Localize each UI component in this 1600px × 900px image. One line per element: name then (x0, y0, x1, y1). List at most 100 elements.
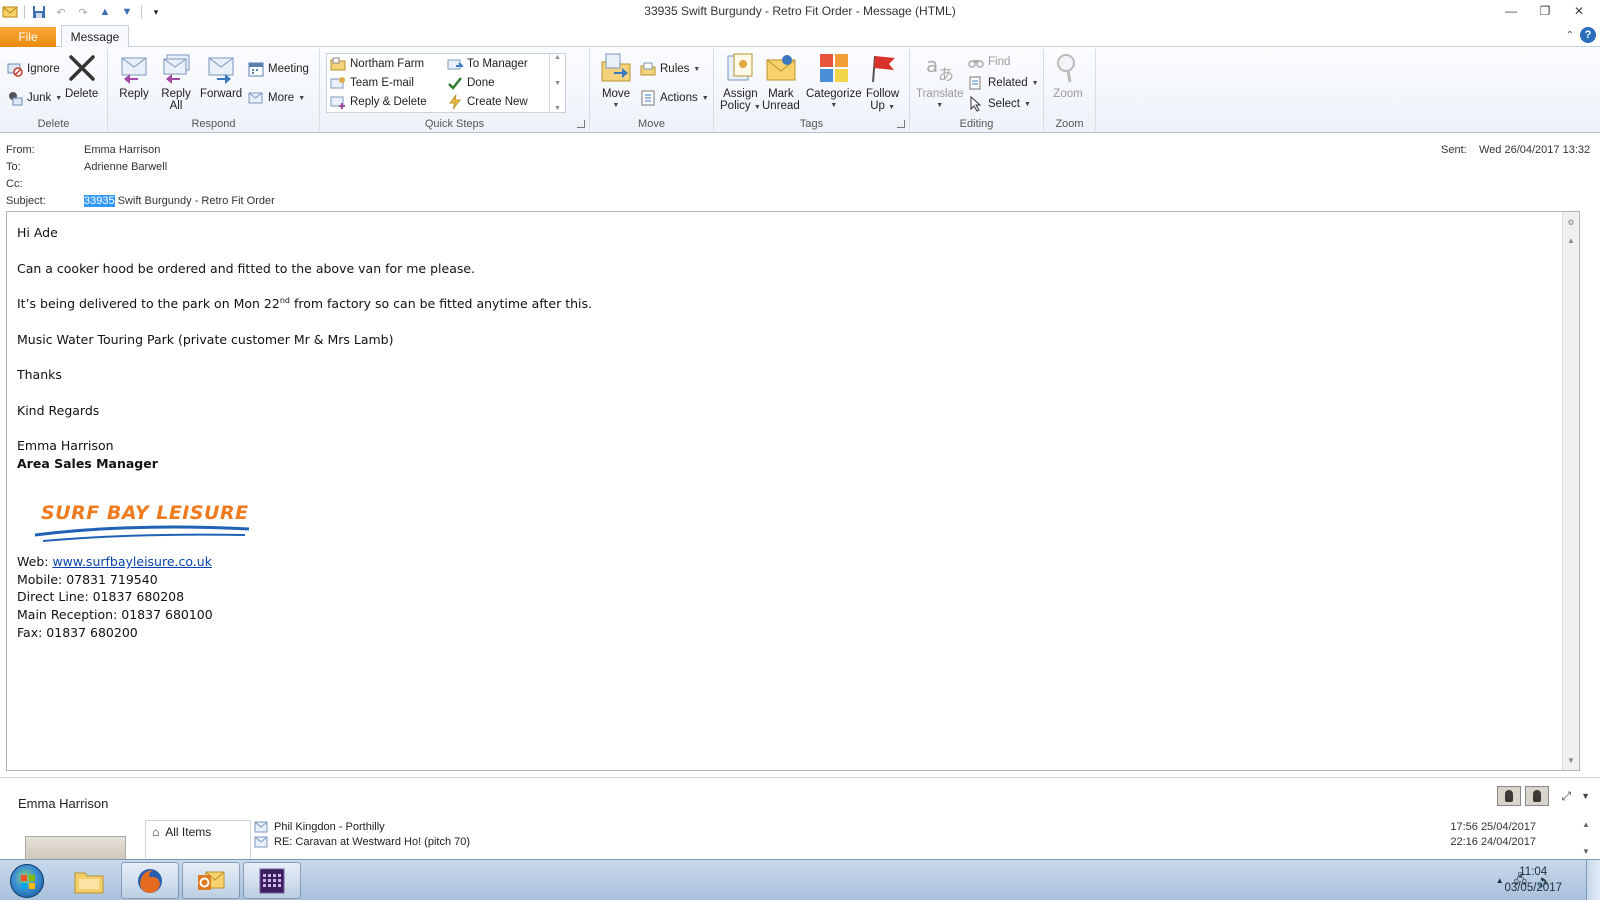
junk-button[interactable]: Junk ▼ (7, 89, 62, 107)
calendar-app-taskbar-button[interactable] (243, 862, 301, 899)
scroll-down-icon[interactable]: ▼ (554, 80, 561, 87)
body-line-3: Music Water Touring Park (private custom… (17, 332, 394, 347)
reply-icon (118, 52, 150, 84)
people-pane-name: Emma Harrison (18, 796, 109, 811)
quick-step-done[interactable]: Done (447, 74, 495, 92)
ribbon: Ignore Junk ▼ Delete Delete Reply Reply … (0, 47, 1600, 133)
zoom-button[interactable]: Zoom (1052, 52, 1084, 100)
website-link[interactable]: www.surfbayleisure.co.uk (52, 554, 212, 569)
delete-icon (66, 52, 98, 84)
related-button[interactable]: Related ▼ (968, 74, 1039, 92)
rules-button[interactable]: Rules ▼ (640, 60, 700, 78)
direct-line: Direct Line: 01837 680208 (17, 589, 185, 604)
move-button[interactable]: Move ▼ (600, 52, 632, 112)
related-icon (968, 75, 984, 91)
body-scrollbar[interactable]: ⚙ ▲ ▼ (1562, 212, 1579, 770)
minimize-ribbon-icon[interactable]: ⌃ (1566, 30, 1574, 41)
reply-button[interactable]: Reply (118, 52, 150, 100)
from-value[interactable]: Emma Harrison (84, 144, 160, 156)
start-button[interactable] (4, 862, 50, 899)
close-button[interactable]: ✕ (1562, 0, 1596, 22)
quick-step-team-email[interactable]: Team E-mail (330, 74, 414, 92)
scroll-up-icon[interactable]: ▲ (554, 54, 561, 61)
previous-item-icon[interactable]: ▲ (97, 4, 113, 20)
windows-logo-icon (10, 863, 44, 898)
redo-icon[interactable]: ↷ (75, 4, 91, 20)
restore-button[interactable]: ❐ (1528, 0, 1562, 22)
follow-up-button[interactable]: Follow Up ▼ (866, 52, 899, 114)
more-button[interactable]: More ▼ (248, 89, 305, 107)
expand-gallery-icon[interactable]: ▼ (554, 105, 561, 112)
help-icon[interactable]: ? (1580, 27, 1596, 43)
scroll-up-icon[interactable]: ▲ (1582, 820, 1590, 829)
activity-scrollbar[interactable]: ▲ ▼ (1580, 820, 1592, 856)
customize-toolbar-icon[interactable]: ▾ (148, 4, 164, 20)
explorer-taskbar-button[interactable] (60, 862, 118, 899)
clock[interactable]: 11:04 03/05/2017 (1504, 864, 1562, 896)
meeting-button[interactable]: Meeting (248, 60, 309, 78)
next-item-icon[interactable]: ▼ (119, 4, 135, 20)
delete-button[interactable]: Delete (65, 52, 98, 100)
subject-value[interactable]: 33935 Swift Burgundy - Retro Fit Order (84, 195, 275, 207)
settings-icon[interactable]: ⚙ (1563, 214, 1579, 230)
group-tags: Assign Policy ▼ Mark Unread Categorize ▼… (714, 49, 910, 131)
message-body[interactable]: Hi Ade Can a cooker hood be ordered and … (6, 211, 1580, 771)
save-icon[interactable] (31, 4, 47, 20)
contact-photo-thumbnail[interactable] (1497, 786, 1522, 806)
group-label-editing: Editing (959, 118, 994, 130)
list-item[interactable]: RE: Caravan at Westward Ho! (pitch 70) 2… (254, 836, 1572, 848)
scroll-down-icon[interactable]: ▼ (1563, 752, 1579, 768)
to-value[interactable]: Adrienne Barwell (84, 161, 167, 173)
mobile-line: Mobile: 07831 719540 (17, 572, 158, 587)
taskbar: ▲ 🖧 🔊 11:04 03/05/2017 (0, 859, 1600, 900)
signature-title: Area Sales Manager (17, 456, 158, 471)
activity-list: Phil Kingdon - Porthilly 17:56 25/04/201… (254, 818, 1572, 860)
categorize-button[interactable]: Categorize ▼ (806, 52, 862, 112)
folder-move-icon (330, 56, 346, 72)
reply-delete-icon (330, 94, 346, 110)
email-item-icon (254, 821, 268, 833)
contact-photo-thumbnail[interactable] (1525, 786, 1550, 806)
scroll-down-icon[interactable]: ▼ (1582, 847, 1590, 856)
scroll-up-icon[interactable]: ▲ (1563, 232, 1579, 248)
quick-step-northam-farm[interactable]: Northam Farm (330, 55, 424, 73)
quick-steps-scroll[interactable]: ▲ ▼ ▼ (549, 54, 565, 112)
quick-access-toolbar: ↶ ↷ ▲ ▼ ▾ (0, 4, 164, 20)
undo-icon[interactable]: ↶ (53, 4, 69, 20)
firefox-taskbar-button[interactable] (121, 862, 179, 899)
assign-policy-button[interactable]: Assign Policy ▼ (720, 52, 761, 114)
grid-app-icon (259, 868, 285, 893)
cc-label: Cc: (6, 178, 23, 190)
forward-button[interactable]: Forward (200, 52, 242, 100)
ignore-icon (7, 61, 23, 77)
group-label-quick-steps: Quick Steps (424, 118, 485, 130)
group-editing: aあ Translate ▼ Find Related ▼ Select ▼ Edi… (910, 49, 1044, 131)
select-button[interactable]: Select ▼ (968, 95, 1031, 113)
outlook-taskbar-button[interactable] (182, 862, 240, 899)
mark-unread-button[interactable]: Mark Unread (762, 52, 800, 112)
group-label-respond: Respond (191, 118, 236, 130)
translate-button[interactable]: aあ Translate ▼ (916, 52, 964, 112)
minimize-button[interactable]: — (1494, 0, 1528, 22)
quick-step-to-manager[interactable]: To Manager (447, 55, 528, 73)
quick-step-create-new[interactable]: Create New (447, 93, 528, 111)
tab-message[interactable]: Message (61, 25, 129, 48)
list-item[interactable]: Phil Kingdon - Porthilly 17:56 25/04/201… (254, 818, 1572, 836)
collapse-pane-icon[interactable]: ▼ (1581, 791, 1590, 801)
reply-all-button[interactable]: Reply All (160, 52, 192, 112)
actions-button[interactable]: Actions ▼ (640, 89, 709, 107)
sent-label: Sent: (1441, 144, 1467, 156)
show-desktop-button[interactable] (1586, 860, 1600, 900)
body-line-2: It’s being delivered to the park on Mon … (17, 296, 592, 312)
greeting: Hi Ade (17, 225, 58, 240)
find-button[interactable]: Find (968, 53, 1010, 71)
expand-icon[interactable]: ⤢ (1561, 789, 1571, 804)
junk-icon (7, 90, 23, 106)
ignore-button[interactable]: Ignore (7, 60, 60, 78)
svg-text:a: a (926, 53, 938, 77)
quick-step-reply-delete[interactable]: Reply & Delete (330, 93, 427, 111)
nav-all-items[interactable]: ⌂ All Items (152, 825, 211, 839)
tab-file[interactable]: File (0, 27, 56, 47)
show-hidden-icons-icon[interactable]: ▲ (1496, 876, 1504, 885)
envelope-app-icon[interactable] (2, 4, 18, 20)
